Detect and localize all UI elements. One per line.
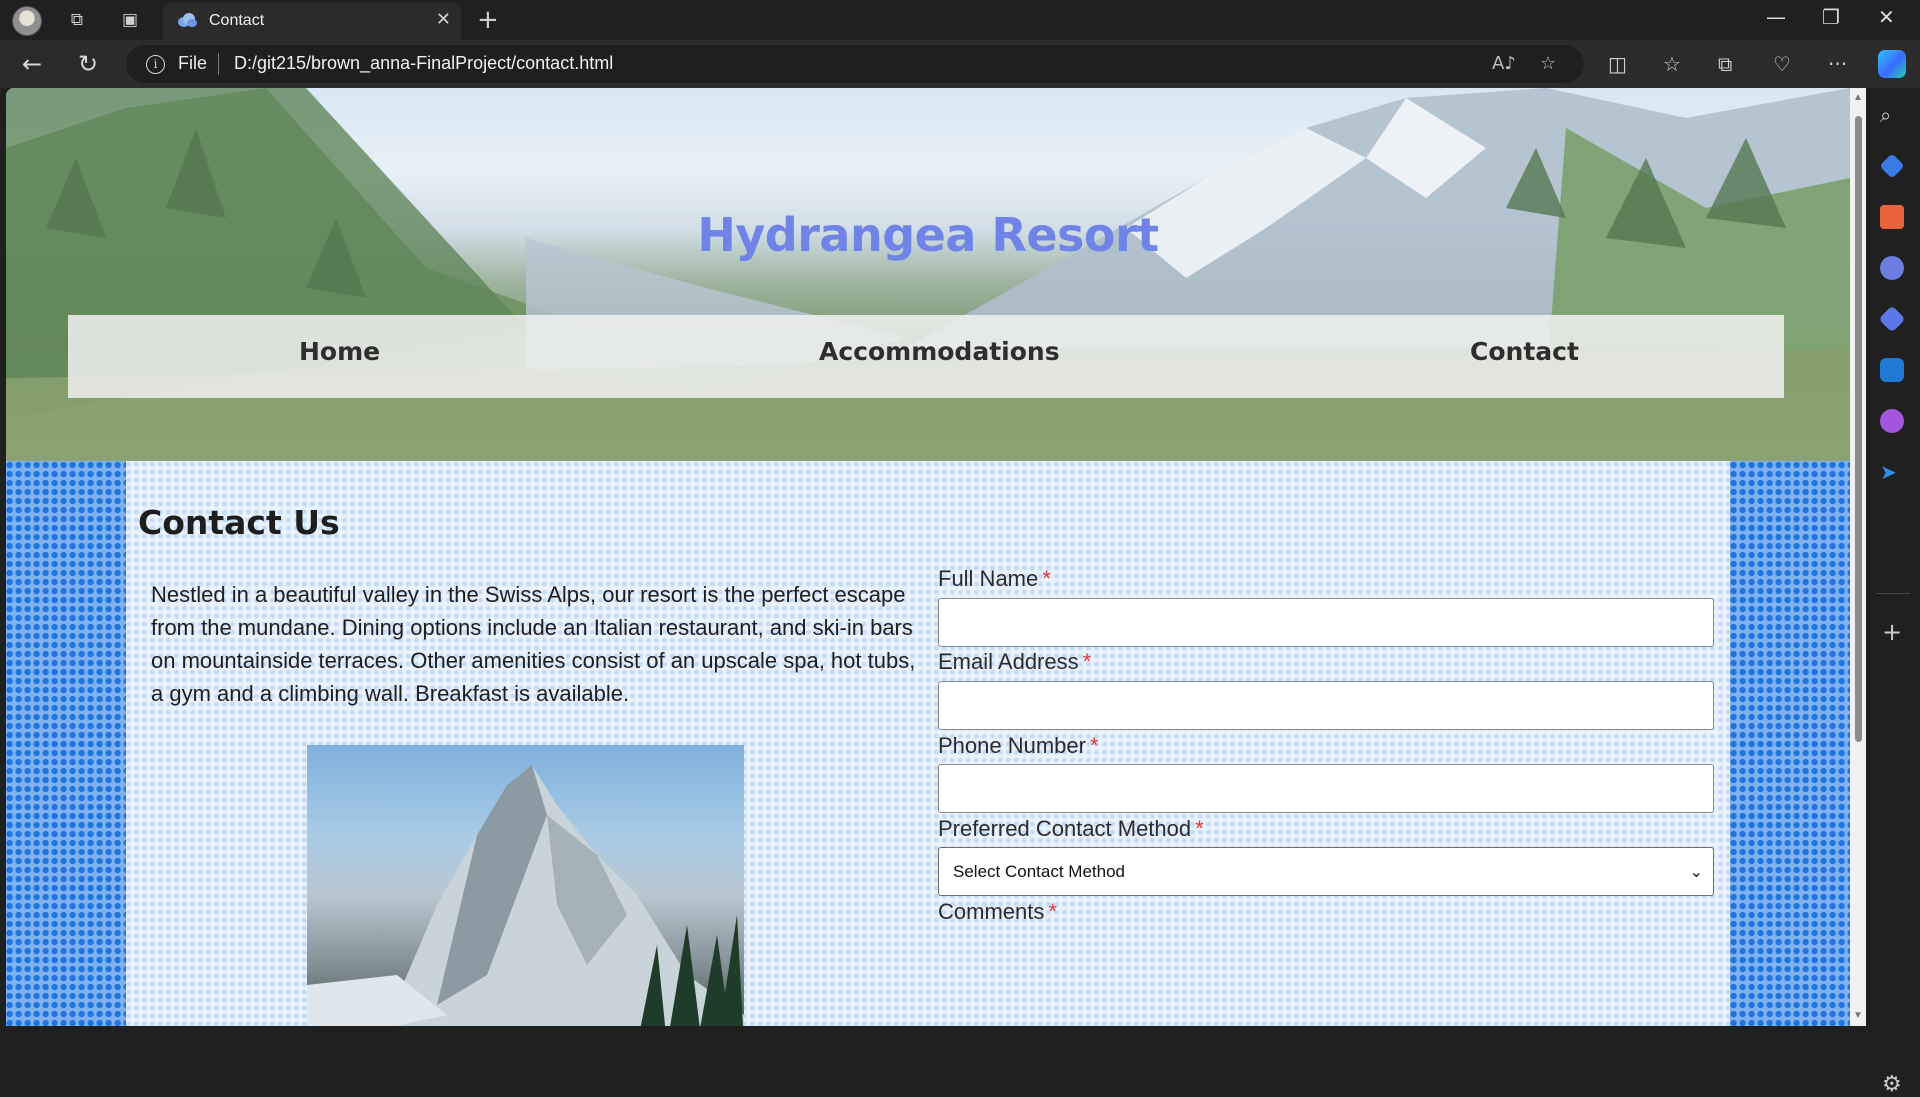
send-icon[interactable]: ➤ bbox=[1880, 460, 1904, 484]
shopping-tag-icon[interactable] bbox=[1879, 153, 1905, 179]
left-pattern-border bbox=[6, 461, 126, 1026]
search-icon[interactable]: ⌕ bbox=[1880, 103, 1904, 127]
collections-icon[interactable]: ⧉ bbox=[1718, 52, 1732, 76]
page-viewport: Hydrangea Resort Home Accommodations Con… bbox=[6, 88, 1866, 1026]
required-asterisk: * bbox=[1048, 899, 1057, 924]
email-label: Email Address * bbox=[938, 649, 1092, 674]
nav-accommodations[interactable]: Accommodations bbox=[819, 337, 1060, 366]
add-sidebar-app-icon[interactable]: + bbox=[1882, 618, 1902, 646]
address-url[interactable]: D:/git215/brown_anna-FinalProject/contac… bbox=[234, 53, 613, 74]
address-scheme: File bbox=[178, 53, 208, 73]
sidebar-divider bbox=[1876, 593, 1910, 594]
favorites-icon[interactable]: ☆ bbox=[1663, 52, 1681, 76]
site-title: Hydrangea Resort bbox=[697, 208, 1159, 262]
full-name-label: Full Name * bbox=[938, 566, 1051, 591]
full-name-input[interactable] bbox=[938, 598, 1714, 647]
hero-banner: Hydrangea Resort Home Accommodations Con… bbox=[6, 88, 1850, 461]
contact-method-select[interactable]: Select Contact Method ⌄ bbox=[938, 847, 1714, 896]
tab-close-icon[interactable]: ✕ bbox=[436, 9, 451, 30]
email-input[interactable] bbox=[938, 681, 1714, 730]
mountain-photo bbox=[307, 745, 744, 1026]
profile-avatar[interactable] bbox=[12, 6, 42, 36]
required-asterisk: * bbox=[1082, 649, 1092, 674]
favorite-star-icon[interactable]: ☆ bbox=[1540, 53, 1556, 74]
read-aloud-icon[interactable]: A♪ bbox=[1492, 53, 1516, 74]
copilot-icon[interactable] bbox=[1878, 50, 1906, 78]
nav-home[interactable]: Home bbox=[299, 337, 380, 366]
edge-sidebar: ⌕ ➤ + ⚙ bbox=[1866, 88, 1920, 1097]
window-close-icon[interactable]: ✕ bbox=[1878, 5, 1895, 29]
tab-actions-icon[interactable]: ▣ bbox=[119, 9, 141, 31]
microsoft-365-icon[interactable] bbox=[1878, 305, 1906, 333]
page-scrollbar[interactable]: ▲ ▼ bbox=[1850, 88, 1866, 1026]
contact-method-label: Preferred Contact Method * bbox=[938, 816, 1204, 841]
main-content: Contact Us Nestled in a beautiful valley… bbox=[6, 461, 1850, 1026]
site-info-icon[interactable]: i bbox=[146, 55, 165, 74]
hero-overlay bbox=[6, 88, 1850, 461]
tools-briefcase-icon[interactable] bbox=[1880, 205, 1904, 229]
page-heading: Contact Us bbox=[138, 503, 340, 542]
new-tab-icon[interactable]: + bbox=[477, 5, 499, 35]
minimize-icon[interactable]: — bbox=[1766, 5, 1786, 29]
nav-contact[interactable]: Contact bbox=[1470, 337, 1579, 366]
comments-label: Comments * bbox=[938, 899, 1057, 924]
tab-title: Contact bbox=[209, 12, 265, 29]
contact-method-selected: Select Contact Method bbox=[953, 862, 1125, 881]
address-divider bbox=[218, 53, 219, 75]
back-icon[interactable]: ← bbox=[22, 50, 42, 78]
refresh-icon[interactable]: ↻ bbox=[78, 50, 98, 78]
right-pattern-border bbox=[1730, 461, 1850, 1026]
required-asterisk: * bbox=[1089, 733, 1099, 758]
split-screen-icon[interactable]: ◫ bbox=[1608, 52, 1627, 76]
phone-input[interactable] bbox=[938, 764, 1714, 813]
scrollbar-thumb[interactable] bbox=[1855, 116, 1862, 742]
tab-strip: ⧉ ▣ Contact ✕ + — ❐ ✕ bbox=[0, 0, 1920, 40]
workspaces-icon[interactable]: ⧉ bbox=[66, 9, 88, 31]
outlook-icon[interactable] bbox=[1880, 358, 1904, 382]
designer-icon[interactable] bbox=[1880, 409, 1904, 433]
required-asterisk: * bbox=[1195, 816, 1204, 841]
address-bar[interactable]: i File D:/git215/brown_anna-FinalProject… bbox=[126, 45, 1584, 83]
scroll-down-icon[interactable]: ▼ bbox=[1853, 1010, 1863, 1021]
more-menu-icon[interactable]: ··· bbox=[1828, 52, 1847, 76]
main-nav: Home Accommodations Contact bbox=[68, 315, 1784, 398]
sidebar-settings-icon[interactable]: ⚙ bbox=[1882, 1072, 1902, 1097]
browser-essentials-icon[interactable]: ♡ bbox=[1773, 52, 1791, 76]
games-icon[interactable] bbox=[1880, 256, 1904, 280]
chevron-down-icon: ⌄ bbox=[1689, 862, 1703, 881]
restore-icon[interactable]: ❐ bbox=[1822, 5, 1840, 29]
cloud-favicon-icon bbox=[178, 13, 197, 27]
required-asterisk: * bbox=[1042, 566, 1051, 591]
phone-label: Phone Number * bbox=[938, 733, 1099, 758]
scroll-up-icon[interactable]: ▲ bbox=[1853, 92, 1863, 103]
intro-paragraph: Nestled in a beautiful valley in the Swi… bbox=[151, 582, 916, 706]
browser-tab-contact[interactable]: Contact ✕ bbox=[163, 3, 461, 40]
